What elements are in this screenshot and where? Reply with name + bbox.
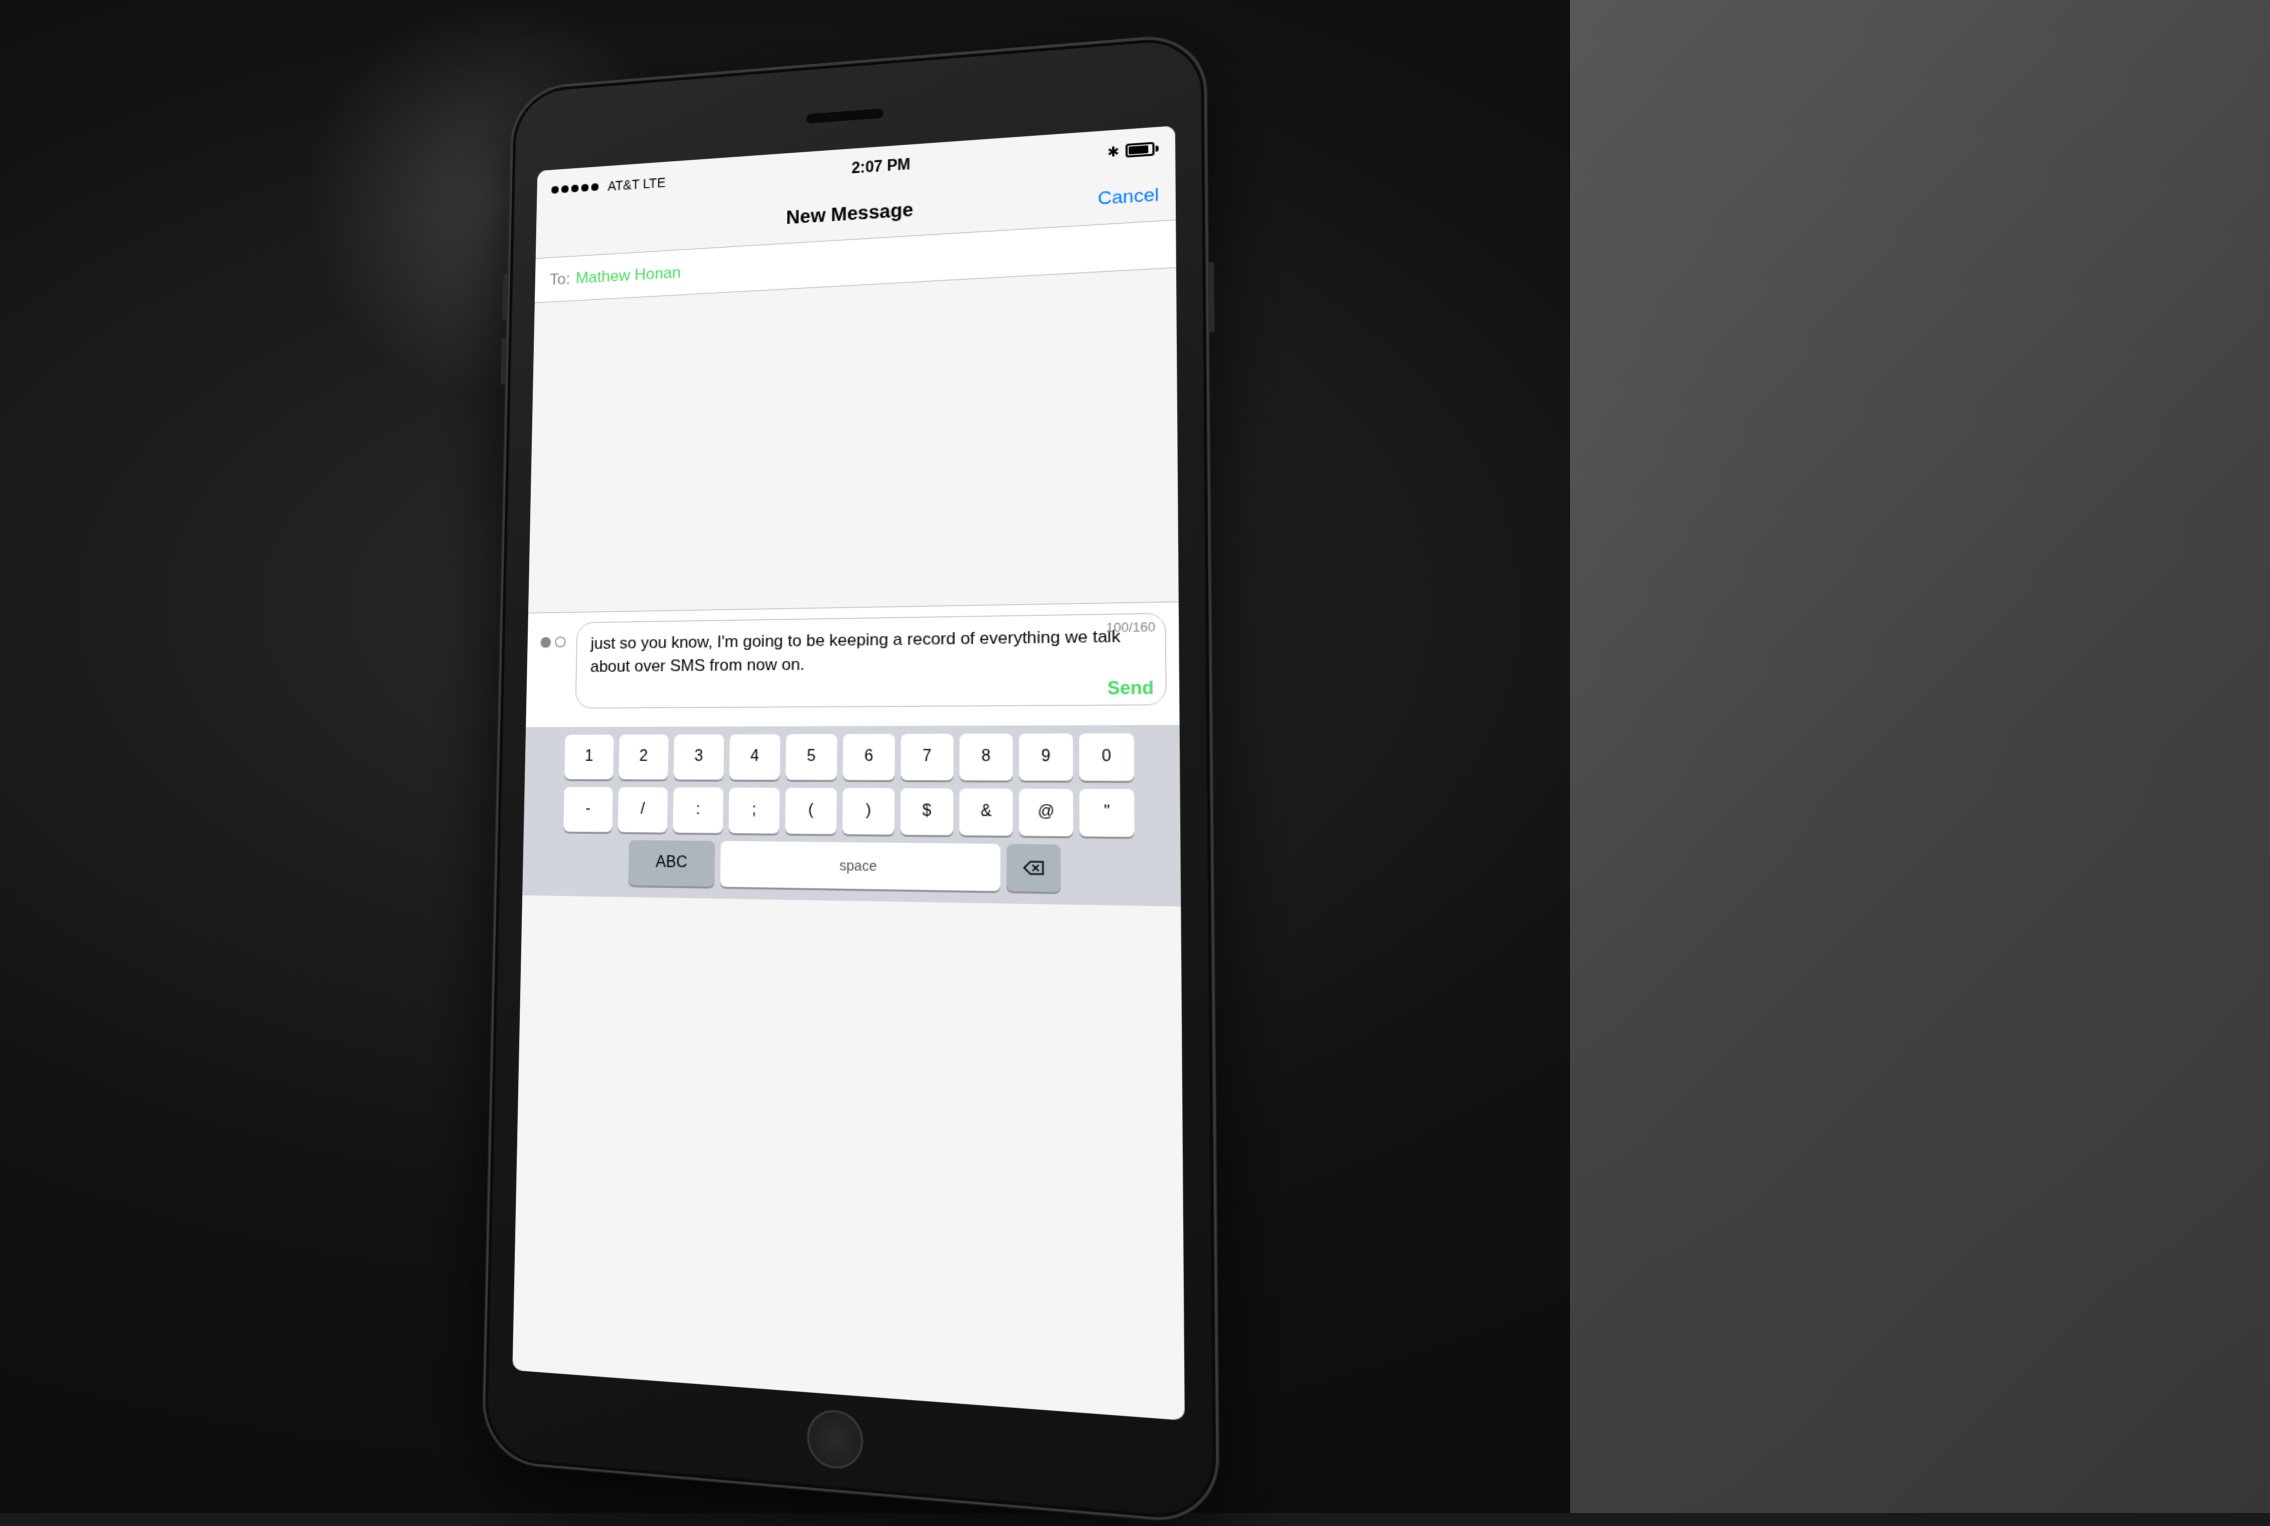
key-open-paren[interactable]: ( xyxy=(785,788,837,834)
key-dollar[interactable]: $ xyxy=(900,788,953,835)
battery-tip xyxy=(1156,146,1159,152)
send-button[interactable]: Send xyxy=(1107,678,1154,700)
message-bubble[interactable]: just so you know, I'm going to be keepin… xyxy=(575,613,1166,709)
signal-dot-4 xyxy=(581,184,588,192)
key-close-paren[interactable]: ) xyxy=(842,788,894,835)
carrier-label: AT&T LTE xyxy=(608,175,666,194)
key-2[interactable]: 2 xyxy=(619,734,669,779)
input-area: ●○ just so you know, I'm going to be kee… xyxy=(526,601,1180,727)
nav-title: New Message xyxy=(786,200,913,230)
camera-icon[interactable]: ●○ xyxy=(538,626,567,656)
phone-volume-up-button[interactable] xyxy=(502,273,508,319)
keyboard: 1 2 3 4 5 6 7 8 9 0 - / : ; ( xyxy=(522,725,1181,907)
keyboard-row-bottom: ABC space xyxy=(526,839,1176,894)
phone-speaker xyxy=(806,108,883,123)
signal-indicator xyxy=(551,183,598,194)
key-abc[interactable]: ABC xyxy=(628,840,715,887)
status-time: 2:07 PM xyxy=(851,157,910,178)
status-left: AT&T LTE xyxy=(551,175,665,198)
key-semicolon[interactable]: ; xyxy=(729,788,780,834)
keyboard-row-numbers: 1 2 3 4 5 6 7 8 9 0 xyxy=(528,733,1175,781)
signal-dot-5 xyxy=(591,183,598,191)
key-quote[interactable]: " xyxy=(1079,789,1134,837)
signal-dot-3 xyxy=(571,185,578,193)
phone-screen: AT&T LTE 2:07 PM ✱ New Message C xyxy=(512,126,1184,1421)
key-6[interactable]: 6 xyxy=(843,734,895,780)
key-ampersand[interactable]: & xyxy=(959,788,1012,835)
battery-body xyxy=(1126,142,1155,158)
delete-icon xyxy=(1022,860,1045,877)
key-0[interactable]: 0 xyxy=(1079,733,1134,781)
key-at[interactable]: @ xyxy=(1019,789,1073,837)
key-delete[interactable] xyxy=(1007,844,1061,892)
signal-dot-2 xyxy=(561,185,568,193)
key-9[interactable]: 9 xyxy=(1019,733,1073,780)
phone-volume-down-button[interactable] xyxy=(501,338,507,385)
to-recipient: Mathew Honan xyxy=(575,263,681,288)
phone-power-button[interactable] xyxy=(1208,262,1215,332)
bluetooth-icon: ✱ xyxy=(1107,143,1119,160)
key-5[interactable]: 5 xyxy=(786,734,838,780)
key-4[interactable]: 4 xyxy=(729,734,780,780)
message-compose-area xyxy=(528,268,1178,612)
key-dash[interactable]: - xyxy=(563,787,612,832)
key-7[interactable]: 7 xyxy=(901,734,954,781)
key-space[interactable]: space xyxy=(720,841,1000,891)
char-count: 100/160 xyxy=(1106,619,1156,635)
to-label: To: xyxy=(549,269,570,289)
cancel-button[interactable]: Cancel xyxy=(1098,184,1159,209)
signal-dot-1 xyxy=(551,186,558,194)
key-8[interactable]: 8 xyxy=(959,734,1012,781)
phone-body: AT&T LTE 2:07 PM ✱ New Message C xyxy=(482,33,1219,1525)
key-1[interactable]: 1 xyxy=(564,735,613,780)
message-text: just so you know, I'm going to be keepin… xyxy=(590,627,1120,676)
background-right xyxy=(1570,0,2270,1513)
keyboard-row-symbols: - / : ; ( ) $ & @ " xyxy=(527,787,1176,837)
phone-home-button[interactable] xyxy=(807,1408,863,1471)
key-colon[interactable]: : xyxy=(673,787,724,833)
status-right: ✱ xyxy=(1107,140,1158,160)
battery-icon xyxy=(1126,142,1159,158)
key-slash[interactable]: / xyxy=(618,787,668,832)
battery-fill xyxy=(1129,145,1148,154)
key-3[interactable]: 3 xyxy=(674,734,724,779)
message-bubble-wrapper: just so you know, I'm going to be keepin… xyxy=(575,613,1166,709)
phone-wrapper: AT&T LTE 2:07 PM ✱ New Message C xyxy=(482,33,1219,1525)
